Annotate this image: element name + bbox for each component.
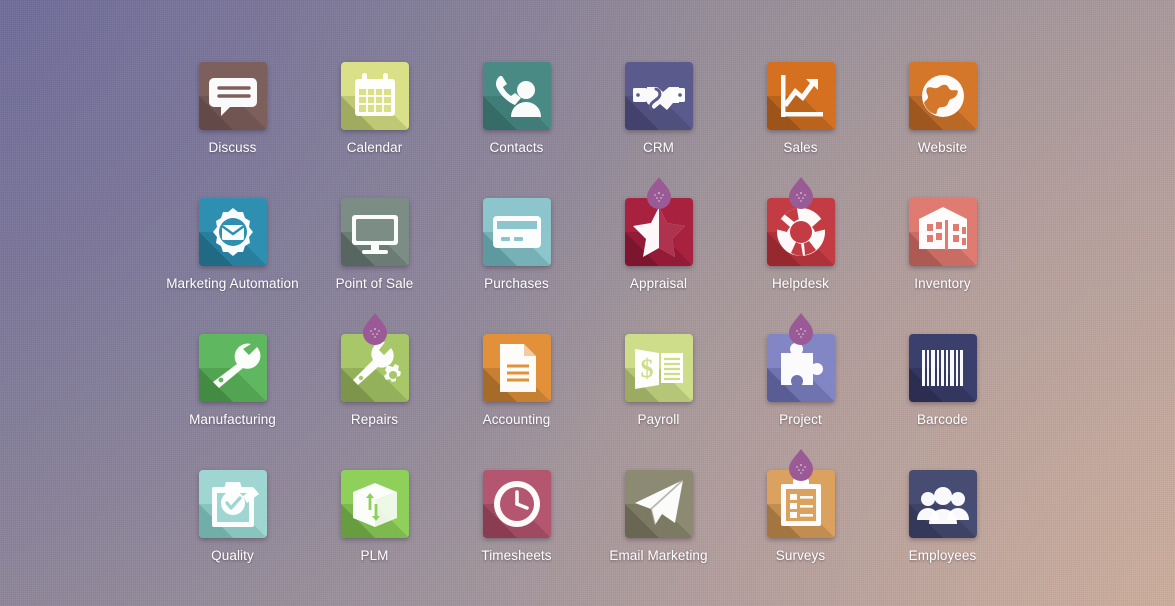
app-label: Marketing Automation — [166, 276, 299, 291]
app-label: Contacts — [489, 140, 544, 155]
app-tile-quality[interactable]: Quality — [162, 470, 304, 588]
app-tile-timesheets[interactable]: Timesheets — [446, 470, 588, 588]
app-launcher-grid: Discuss Calendar Contacts CRM Sales Webs… — [0, 0, 1175, 588]
app-tile-marketing-automation[interactable]: Marketing Automation — [162, 198, 304, 316]
app-tile-appraisal[interactable]: Appraisal — [588, 177, 730, 316]
app-icon-wrap — [340, 62, 409, 130]
globe-icon — [908, 62, 977, 130]
people-group-icon — [908, 470, 977, 538]
app-tile-inventory[interactable]: Inventory — [872, 198, 1014, 316]
app-label: Quality — [211, 548, 254, 563]
app-tile-email-marketing[interactable]: Email Marketing — [588, 470, 730, 588]
phone-person-icon — [482, 62, 551, 130]
app-label: Point of Sale — [335, 276, 414, 291]
app-icon-wrap — [198, 334, 267, 402]
app-icon-wrap — [908, 198, 977, 266]
app-tile-project[interactable]: Project — [730, 313, 872, 452]
app-icon-wrap — [908, 470, 977, 538]
barcode-icon — [908, 334, 977, 402]
app-tile-purchases[interactable]: Purchases — [446, 198, 588, 316]
app-icon-wrap — [198, 198, 267, 266]
app-icon-wrap — [766, 449, 835, 538]
clock-icon — [482, 470, 551, 538]
app-label: Sales — [783, 140, 818, 155]
app-label: Appraisal — [629, 276, 688, 291]
app-label: Calendar — [346, 140, 403, 155]
svg-text:$: $ — [640, 354, 653, 383]
app-icon-wrap — [908, 62, 977, 130]
clipboard-check-icon — [198, 470, 267, 538]
app-label: Email Marketing — [609, 548, 708, 563]
app-label: Inventory — [914, 276, 971, 291]
enterprise-drop-badge-icon — [786, 312, 816, 348]
app-icon-wrap — [198, 62, 267, 130]
app-label: Timesheets — [481, 548, 552, 563]
monitor-icon — [340, 198, 409, 266]
handshake-icon — [624, 62, 693, 130]
app-tile-manufacturing[interactable]: Manufacturing — [162, 334, 304, 452]
enterprise-drop-badge-icon — [360, 312, 390, 348]
app-label: Website — [917, 140, 968, 155]
app-icon-wrap — [340, 313, 409, 402]
app-tile-payroll[interactable]: $ Payroll — [588, 334, 730, 452]
app-icon-wrap — [482, 334, 551, 402]
app-tile-calendar[interactable]: Calendar — [304, 62, 446, 180]
app-icon-wrap — [766, 177, 835, 266]
app-tile-repairs[interactable]: Repairs — [304, 313, 446, 452]
document-icon — [482, 334, 551, 402]
speech-bubble-icon — [198, 62, 267, 130]
growth-chart-icon — [766, 62, 835, 130]
app-label: Repairs — [350, 412, 399, 427]
app-icon-wrap — [766, 62, 835, 130]
app-icon-wrap — [198, 470, 267, 538]
app-icon-wrap — [482, 62, 551, 130]
app-tile-sales[interactable]: Sales — [730, 62, 872, 180]
app-icon-wrap — [766, 313, 835, 402]
enterprise-drop-badge-icon — [786, 448, 816, 484]
app-tile-surveys[interactable]: Surveys — [730, 449, 872, 588]
app-tile-employees[interactable]: Employees — [872, 470, 1014, 588]
app-tile-crm[interactable]: CRM — [588, 62, 730, 180]
app-icon-wrap — [482, 198, 551, 266]
app-icon-wrap — [340, 198, 409, 266]
app-tile-discuss[interactable]: Discuss — [162, 62, 304, 180]
app-tile-contacts[interactable]: Contacts — [446, 62, 588, 180]
app-label: Accounting — [482, 412, 551, 427]
enterprise-drop-badge-icon — [786, 176, 816, 212]
app-label: Purchases — [484, 276, 549, 291]
app-label: Discuss — [208, 140, 257, 155]
app-icon-wrap — [340, 470, 409, 538]
box-arrows-icon — [340, 470, 409, 538]
gear-envelope-icon — [198, 198, 267, 266]
app-label: Project — [779, 412, 822, 427]
app-tile-barcode[interactable]: Barcode — [872, 334, 1014, 452]
credit-card-icon — [482, 198, 551, 266]
app-label: Employees — [908, 548, 977, 563]
app-icon-wrap — [624, 470, 693, 538]
app-icon-wrap: $ — [624, 334, 693, 402]
enterprise-drop-badge-icon — [644, 176, 674, 212]
app-tile-plm[interactable]: PLM — [304, 470, 446, 588]
app-icon-wrap — [624, 62, 693, 130]
app-tile-website[interactable]: Website — [872, 62, 1014, 180]
app-tile-helpdesk[interactable]: Helpdesk — [730, 177, 872, 316]
app-tile-point-of-sale[interactable]: Point of Sale — [304, 198, 446, 316]
wrench-icon — [198, 334, 267, 402]
app-tile-accounting[interactable]: Accounting — [446, 334, 588, 452]
app-label: CRM — [642, 140, 675, 155]
app-label: Payroll — [637, 412, 680, 427]
app-icon-wrap — [624, 177, 693, 266]
app-label: Barcode — [917, 412, 968, 427]
app-icon-wrap — [482, 470, 551, 538]
calendar-icon — [340, 62, 409, 130]
app-label: Helpdesk — [771, 276, 830, 291]
warehouse-icon — [908, 198, 977, 266]
app-icon-wrap — [908, 334, 977, 402]
money-ledger-icon: $ — [624, 334, 693, 402]
app-label: PLM — [360, 548, 389, 563]
app-label: Manufacturing — [189, 412, 276, 427]
app-label: Surveys — [775, 548, 826, 563]
paper-plane-icon — [624, 470, 693, 538]
